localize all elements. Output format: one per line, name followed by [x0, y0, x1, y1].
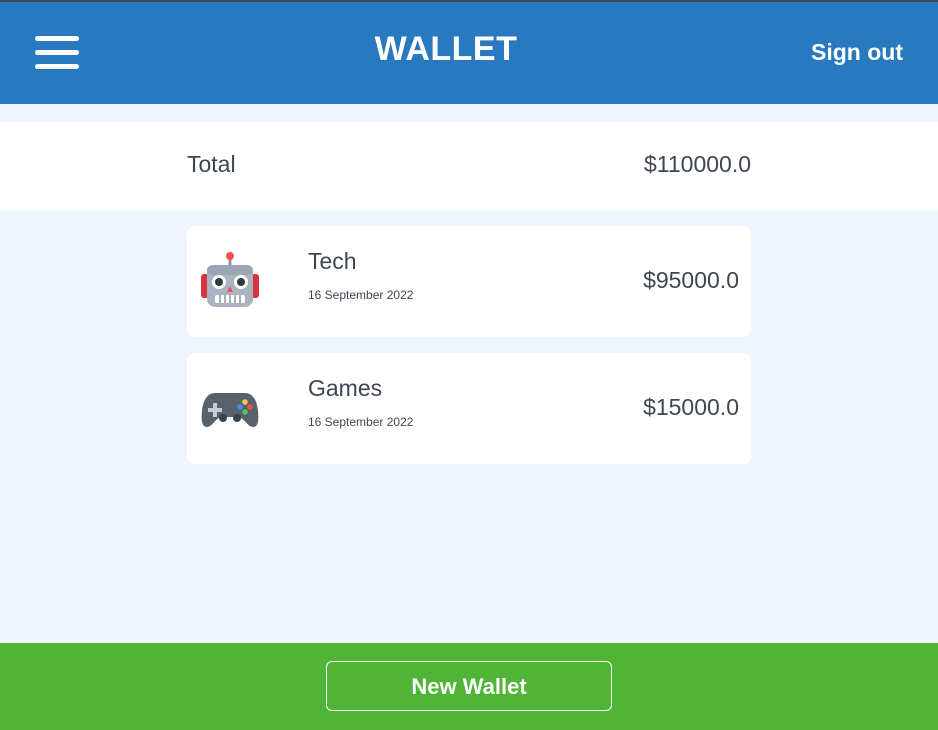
total-value: $110000.0: [643, 151, 751, 177]
wallet-list: Tech 16 September 2022 $95000.0 Games 16…: [187, 226, 751, 480]
header-bar: WALLET Sign out: [0, 0, 938, 104]
new-wallet-button[interactable]: New Wallet: [326, 661, 612, 711]
sign-out-button[interactable]: Sign out: [811, 39, 903, 66]
total-label: Total: [187, 151, 236, 177]
wallet-name: Tech: [308, 248, 357, 274]
wallet-date: 16 September 2022: [308, 415, 414, 429]
game-controller-icon: [201, 393, 259, 427]
robot-icon: [201, 252, 259, 307]
total-summary: Total $110000.0: [0, 122, 938, 210]
app-root: WALLET Sign out Total $110000.0 Tech 16 …: [0, 0, 938, 730]
page-title: WALLET: [374, 30, 518, 68]
wallet-date: 16 September 2022: [308, 288, 414, 302]
footer-bar: New Wallet: [0, 643, 938, 730]
wallet-name: Games: [308, 375, 383, 401]
wallet-card-games[interactable]: Games 16 September 2022 $15000.0: [187, 353, 751, 464]
wallet-card-tech[interactable]: Tech 16 September 2022 $95000.0: [187, 226, 751, 337]
wallet-amount: $15000.0: [643, 394, 739, 420]
wallet-amount: $95000.0: [643, 267, 739, 293]
